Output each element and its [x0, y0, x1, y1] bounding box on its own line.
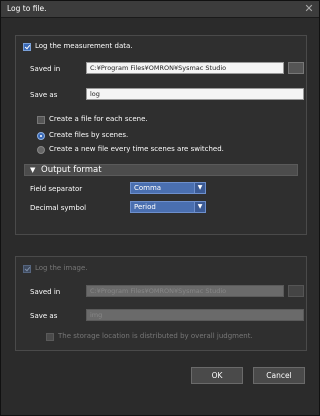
field-separator-label: Field separator [30, 185, 83, 193]
image-saved-in-label: Saved in [30, 288, 61, 296]
create-file-label: Create a file for each scene. [49, 115, 148, 123]
decimal-symbol-select[interactable]: Period ▼ [130, 201, 206, 213]
radio-create-by-scenes[interactable] [37, 132, 45, 140]
create-file-checkbox[interactable] [37, 116, 45, 124]
ok-button[interactable]: OK [191, 367, 243, 384]
folder-browse-icon[interactable] [288, 285, 304, 297]
image-save-as-label: Save as [30, 312, 58, 320]
log-measurement-checkbox[interactable] [23, 43, 31, 51]
measurement-panel: Log the measurement data. Saved in C:¥Pr… [15, 35, 307, 235]
radio-new-file-each-switch-label: Create a new file every time scenes are … [49, 145, 224, 153]
image-save-as-field[interactable]: img [86, 309, 304, 321]
output-format-title: Output format [41, 165, 102, 175]
output-format-header[interactable]: ▼ Output format [24, 164, 298, 176]
saved-in-label: Saved in [30, 65, 61, 73]
save-as-label: Save as [30, 91, 58, 99]
storage-distributed-checkbox[interactable] [46, 333, 54, 341]
save-as-field[interactable]: log [86, 88, 304, 100]
image-saved-in-field[interactable]: C:¥Program Files¥OMRON¥Sysmac Studio [86, 285, 284, 297]
field-separator-value: Comma [134, 184, 162, 192]
radio-create-by-scenes-label: Create files by scenes. [49, 131, 129, 139]
image-panel: Log the image. Saved in C:¥Program Files… [15, 256, 307, 351]
close-icon[interactable]: ✕ [303, 3, 315, 15]
radio-new-file-each-switch[interactable] [37, 146, 45, 154]
chevron-down-icon: ▼ [194, 183, 205, 193]
chevron-down-icon: ▼ [194, 202, 205, 212]
log-measurement-label: Log the measurement data. [35, 42, 133, 50]
log-image-checkbox[interactable] [23, 265, 31, 273]
triangle-down-icon: ▼ [30, 166, 36, 174]
log-image-label: Log the image. [35, 264, 88, 272]
title-bar: Log to file. ✕ [1, 1, 319, 18]
log-to-file-dialog: Log to file. ✕ Log the measurement data.… [0, 0, 320, 416]
folder-browse-icon[interactable] [288, 62, 304, 74]
cancel-button[interactable]: Cancel [253, 367, 305, 384]
storage-distributed-label: The storage location is distributed by o… [58, 332, 253, 340]
saved-in-field[interactable]: C:¥Program Files¥OMRON¥Sysmac Studio [86, 62, 284, 74]
decimal-symbol-label: Decimal symbol [30, 204, 87, 212]
field-separator-select[interactable]: Comma ▼ [130, 182, 206, 194]
decimal-symbol-value: Period [134, 203, 156, 211]
dialog-title: Log to file. [7, 4, 47, 13]
